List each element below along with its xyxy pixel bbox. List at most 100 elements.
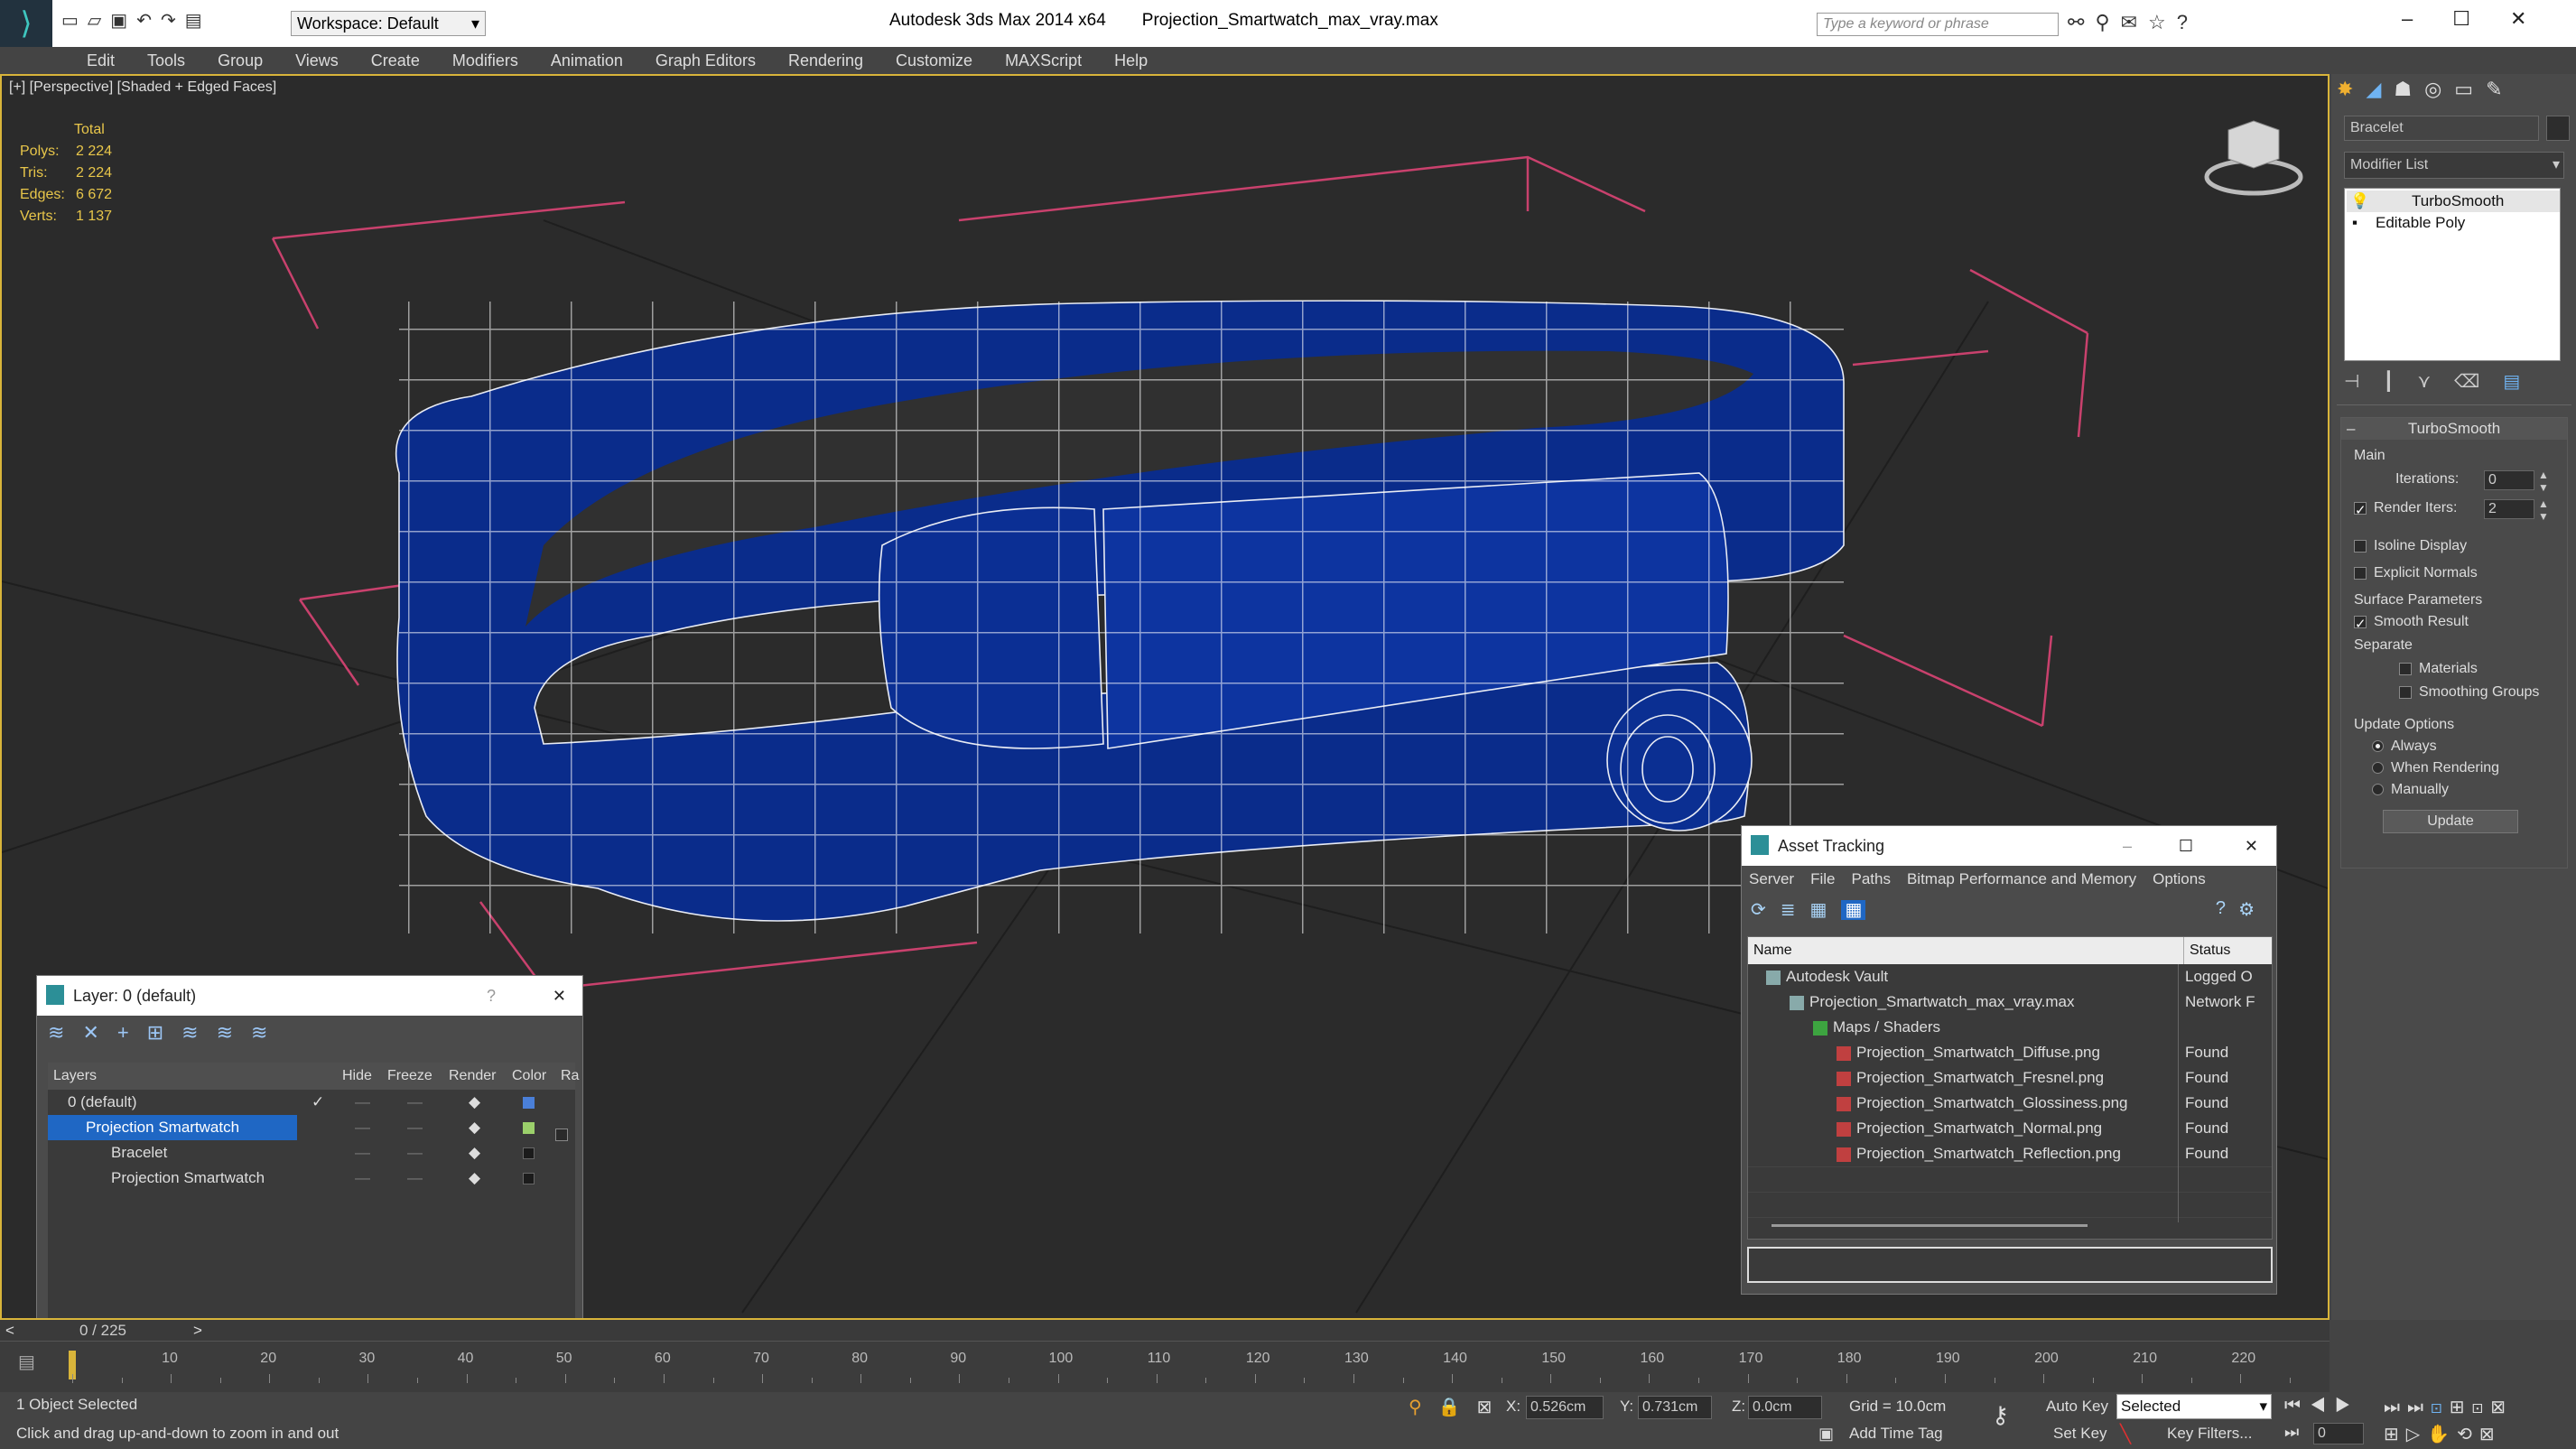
set-key-icon[interactable]: ╲ (2120, 1423, 2131, 1445)
table-view-icon[interactable]: ▦ (1841, 900, 1866, 920)
open-icon[interactable]: ▱ (88, 11, 110, 31)
show-end-result-icon[interactable]: ┃ (2383, 372, 2417, 392)
refresh-icon[interactable]: ⟳ (1751, 900, 1781, 920)
current-frame-field[interactable]: 0 (2313, 1423, 2364, 1444)
maximize-icon[interactable]: ☐ (2452, 7, 2510, 30)
select-icon[interactable]: ⊞ (147, 1021, 181, 1044)
lightbulb-icon[interactable]: 💡 (2350, 190, 2369, 212)
save-icon[interactable]: ▣ (110, 11, 136, 31)
menu-options[interactable]: Options (2153, 870, 2206, 887)
modify-tab-icon[interactable]: ◢ (2366, 78, 2394, 100)
key-icon[interactable]: ⚲ (2095, 11, 2120, 33)
redo-icon[interactable]: ↷ (161, 11, 185, 31)
previous-key-icon[interactable]: ◀ (2310, 1396, 2335, 1416)
add-icon[interactable]: + (117, 1021, 147, 1044)
minimize-icon[interactable]: – (2402, 7, 2452, 30)
workspace-select[interactable]: Workspace: Default ▾ (291, 11, 486, 36)
teapot-icon[interactable]: ◆ (469, 1140, 480, 1166)
menu-edit[interactable]: Edit (70, 47, 131, 74)
next-key-icon[interactable]: ⏭ (2384, 1398, 2407, 1417)
play-icon[interactable]: ▶ (2335, 1396, 2360, 1416)
smooth-result-row[interactable]: Smooth Result (2354, 609, 2469, 637)
isoline-display-row[interactable]: Isoline Display (2354, 534, 2467, 559)
col-hide[interactable]: Hide (342, 1063, 372, 1090)
explicit-normals-row[interactable]: Explicit Normals (2354, 561, 2478, 586)
zoom-extents-icon[interactable]: ⊡ (2472, 1398, 2491, 1417)
manually-radio-row[interactable]: Manually (2372, 777, 2449, 803)
list-icon[interactable]: ≣ (1781, 900, 1810, 920)
col-status[interactable]: Status (2183, 937, 2230, 964)
fov-icon[interactable]: ▷ (2406, 1425, 2427, 1444)
asset-window-titlebar[interactable]: Asset Tracking – ☐ ✕ (1742, 826, 2276, 866)
isoline-checkbox[interactable] (2354, 539, 2367, 553)
layer-create-icon[interactable]: ≋ (48, 1021, 82, 1044)
highlight-icon[interactable]: ≋ (181, 1021, 216, 1044)
asset-path-field[interactable] (1747, 1247, 2273, 1283)
always-radio[interactable] (2372, 740, 2384, 753)
smoothing-groups-row[interactable]: Smoothing Groups (2399, 680, 2539, 705)
search-input[interactable]: Type a keyword or phrase (1817, 13, 2059, 36)
orbit-icon[interactable]: ⟲ (2457, 1425, 2479, 1444)
time-slider[interactable]: < 0 / 225 > (0, 1320, 2330, 1342)
binoculars-icon[interactable]: ⚯ (2068, 11, 2095, 33)
menu-group[interactable]: Group (201, 47, 279, 74)
col-freeze[interactable]: Freeze (387, 1063, 432, 1090)
display-tab-icon[interactable]: ▭ (2454, 78, 2486, 100)
set-key-button[interactable]: Set Key (2053, 1425, 2107, 1443)
close-icon[interactable]: ✕ (553, 976, 566, 1016)
pin-stack-icon[interactable]: ⊣ (2344, 372, 2383, 392)
help-icon[interactable]: ? (2216, 898, 2240, 919)
trackbar-icon[interactable]: ▤ (18, 1351, 35, 1373)
layer-color-swatch[interactable] (523, 1122, 535, 1134)
make-unique-icon[interactable]: ⋎ (2417, 372, 2454, 392)
stack-item-turbosmooth[interactable]: 💡 TurboSmooth (2347, 190, 2560, 212)
viewcube-icon[interactable] (2204, 120, 2303, 196)
when-rendering-radio[interactable] (2372, 762, 2384, 775)
star-icon[interactable]: ☆ (2148, 11, 2177, 33)
teapot-icon[interactable]: ◆ (469, 1115, 480, 1140)
help-icon[interactable]: ? (2177, 11, 2199, 33)
zoom-icon[interactable]: ⊡ (2431, 1398, 2450, 1417)
exchange-icon[interactable]: ✉ (2121, 11, 2148, 33)
col-color[interactable]: Color (512, 1063, 546, 1090)
pan-icon[interactable]: ✋ (2427, 1425, 2457, 1444)
z-coordinate-field[interactable]: 0.0cm (1748, 1396, 1822, 1419)
menu-graph-editors[interactable]: Graph Editors (639, 47, 772, 74)
iterations-spinner[interactable]: ▲ ▼ (2538, 469, 2549, 494)
render-iters-field[interactable]: 2 (2484, 499, 2534, 519)
lock-icon[interactable]: 🔒 (1438, 1398, 1477, 1417)
x-coordinate-field[interactable]: 0.526cm (1526, 1396, 1604, 1419)
layer-color-swatch[interactable] (523, 1097, 535, 1109)
explicit-normals-checkbox[interactable] (2354, 566, 2367, 580)
teapot-icon[interactable]: ◆ (469, 1090, 480, 1115)
set-key-mode-icon[interactable]: ⚷ (1992, 1401, 2009, 1429)
close-icon[interactable]: ✕ (2510, 7, 2566, 30)
freeze-all-icon[interactable]: ≋ (251, 1021, 285, 1044)
menu-animation[interactable]: Animation (535, 47, 639, 74)
absolute-mode-icon[interactable]: ⊠ (1477, 1398, 1509, 1417)
materials-row[interactable]: Materials (2399, 656, 2478, 682)
object-color-swatch[interactable] (2546, 116, 2570, 141)
layer-row[interactable]: 0 (default) ✓ — — ◆ (48, 1090, 575, 1115)
col-render[interactable]: Render (449, 1063, 496, 1090)
new-icon[interactable]: ▭ (61, 11, 88, 31)
isolate-icon[interactable]: ⚲ (1409, 1398, 1438, 1417)
go-to-start-icon[interactable]: ⏮ (2284, 1396, 2310, 1416)
col-layers[interactable]: Layers (53, 1063, 97, 1090)
menu-file[interactable]: File (1810, 870, 1835, 887)
create-tab-icon[interactable]: ✸ (2337, 78, 2366, 100)
hide-all-icon[interactable]: ≋ (217, 1021, 251, 1044)
menu-maxscript[interactable]: MAXScript (989, 47, 1098, 74)
menu-views[interactable]: Views (279, 47, 355, 74)
trackbar[interactable]: 10 20 30 40 50 60 70 80 90 100 110 120 130 140 150 160 1… (67, 1347, 2320, 1390)
menu-paths[interactable]: Paths (1851, 870, 1890, 887)
y-coordinate-field[interactable]: 0.731cm (1638, 1396, 1712, 1419)
menu-customize[interactable]: Customize (879, 47, 989, 74)
asset-row[interactable]: Maps / Shaders (1748, 1015, 2272, 1040)
asset-row[interactable]: Projection_Smartwatch_Reflection.png Foun… (1748, 1141, 2272, 1166)
maximize-viewport-icon[interactable]: ⊠ (2490, 1398, 2513, 1417)
asset-row[interactable]: Projection_Smartwatch_Fresnel.png Found (1748, 1065, 2272, 1091)
layer-row[interactable]: Projection Smartwatch — — ◆ (48, 1115, 575, 1141)
auto-key-button[interactable]: Auto Key (2046, 1398, 2108, 1416)
key-filters-button[interactable]: Key Filters... (2167, 1425, 2252, 1443)
